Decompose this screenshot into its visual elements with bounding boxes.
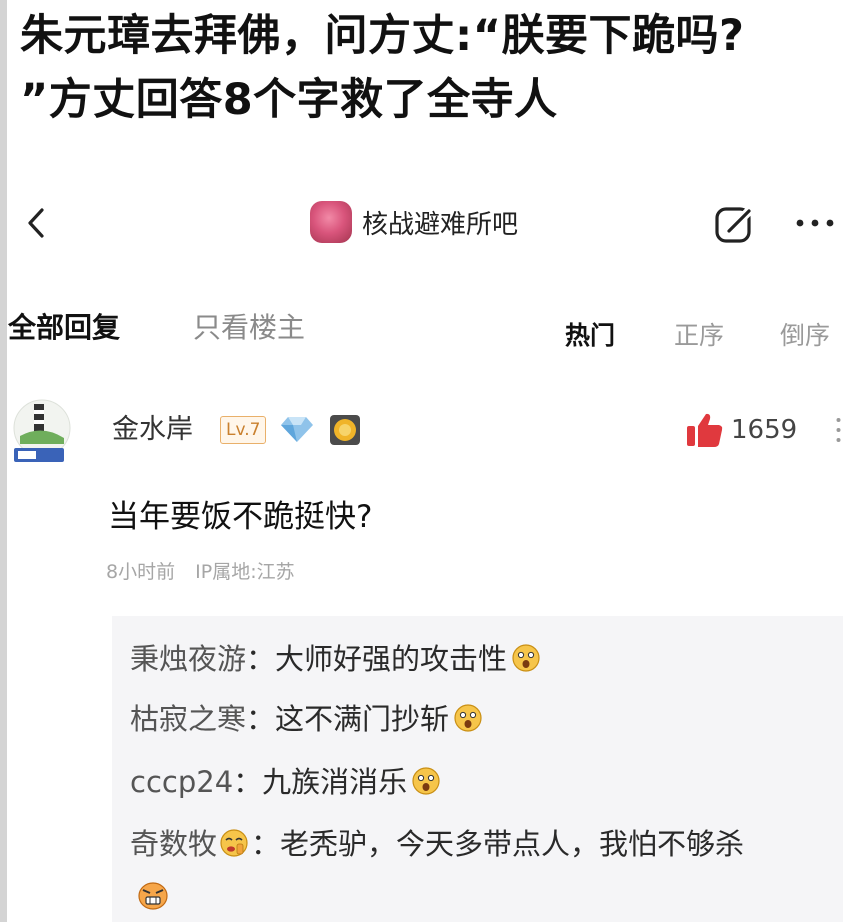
sort-hot[interactable]: 热门 (565, 316, 615, 356)
back-button[interactable] (22, 200, 52, 246)
reply-separator: ： (246, 642, 276, 676)
forum-name: 核战避难所吧 (362, 209, 519, 240)
chevron-left-icon (28, 208, 44, 238)
more-button[interactable] (793, 205, 839, 241)
sort-ascending[interactable]: 正序 (674, 316, 724, 356)
medal-icon (327, 412, 363, 448)
reply-separator: ： (251, 827, 281, 861)
comment-ip: IP属地:江苏 (195, 561, 295, 583)
reply-username[interactable]: 奇数牧 (130, 827, 217, 861)
surprised-face-icon (454, 704, 482, 732)
forum-avatar (310, 201, 352, 243)
diamond-icon (280, 414, 314, 444)
reply-text: 这不满门抄斩 (275, 702, 450, 736)
headline-line-1: 朱元璋去拜佛，问方丈:“朕要下跪吗? (20, 11, 745, 61)
avatar[interactable] (10, 398, 74, 466)
surprised-face-icon (512, 644, 540, 672)
comment-time: 8小时前 (106, 561, 176, 583)
headline: 朱元璋去拜佛，问方丈:“朕要下跪吗? ”方丈回答8个字救了全寺人 (20, 4, 835, 132)
reply-username[interactable]: cccp24 (130, 765, 233, 799)
surprised-face-icon (412, 767, 440, 795)
thumbs-up-icon (687, 413, 723, 447)
reply-item[interactable]: 枯寂之寒：这不满门抄斩 (130, 697, 483, 741)
reply-separator: ： (246, 702, 276, 736)
comment-text: 当年要饭不跪挺快? (108, 499, 373, 535)
reply-text: 九族消消乐 (262, 765, 408, 799)
reply-item[interactable]: 秉烛夜游：大师好强的攻击性 (130, 637, 541, 681)
headline-line-2: ”方丈回答8个字救了全寺人 (20, 75, 558, 125)
reply-username[interactable]: 枯寂之寒 (130, 702, 246, 736)
edit-icon (715, 206, 754, 243)
comment-more-button[interactable] (834, 412, 843, 448)
tab-op-only[interactable]: 只看楼主 (193, 306, 305, 350)
tab-all-replies[interactable]: 全部回复 (8, 306, 120, 350)
shushing-face-icon (220, 829, 248, 857)
reply-text: 老秃驴，今天多带点人，我怕不够杀 (280, 827, 745, 861)
reply-separator: ： (233, 765, 263, 799)
forum-chip[interactable]: 核战避难所吧 (310, 197, 518, 247)
sort-descending[interactable]: 倒序 (780, 316, 830, 356)
like-count: 1659 (731, 415, 798, 445)
reply-username[interactable]: 秉烛夜游 (130, 642, 246, 676)
more-icon (796, 219, 834, 227)
like-button[interactable] (685, 410, 725, 450)
more-vertical-icon (836, 418, 841, 442)
reply-item[interactable]: cccp24：九族消消乐 (130, 760, 441, 804)
username[interactable]: 金水岸 (112, 410, 193, 450)
comment-meta: 8小时前 IP属地:江苏 (106, 557, 295, 587)
angry-face-icon (138, 882, 168, 910)
edit-button[interactable] (712, 202, 758, 248)
level-badge: Lv.7 (220, 416, 267, 444)
left-edge-strip (0, 0, 7, 922)
reply-text: 大师好强的攻击性 (275, 642, 508, 676)
reply-item[interactable]: 奇数牧 ：老秃驴，今天多带点人，我怕不够杀 (130, 822, 744, 866)
